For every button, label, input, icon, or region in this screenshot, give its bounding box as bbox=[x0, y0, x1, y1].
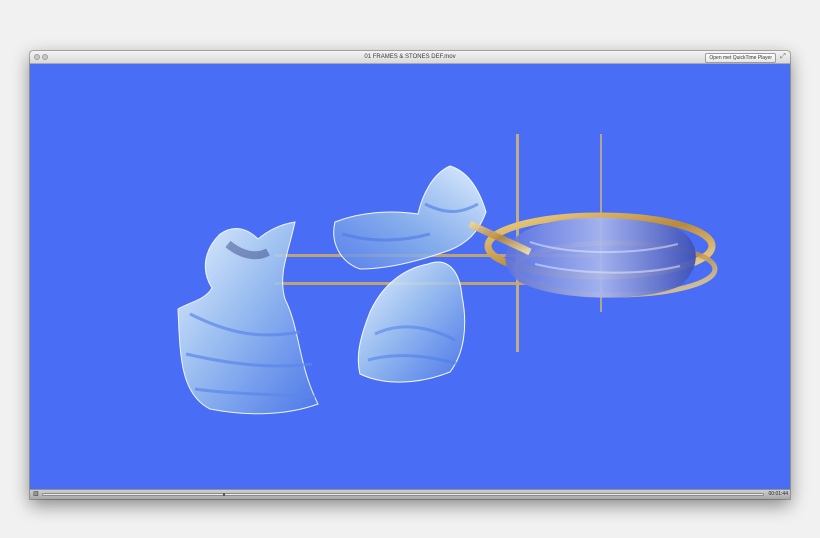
video-frame[interactable] bbox=[30, 64, 790, 490]
quicktime-window: 01 FRAMES & STONES DEF.mov Open met Quic… bbox=[30, 51, 790, 499]
volume-icon[interactable]: ▥ bbox=[33, 491, 39, 497]
playhead[interactable] bbox=[223, 493, 225, 496]
blue-stone bbox=[505, 217, 696, 298]
window-title: 01 FRAMES & STONES DEF.mov bbox=[364, 54, 456, 60]
timeline-scrubber[interactable] bbox=[42, 493, 764, 496]
glass-sculpture-center-bottom bbox=[357, 261, 466, 383]
title-bar[interactable]: 01 FRAMES & STONES DEF.mov Open met Quic… bbox=[30, 51, 790, 64]
glass-sculpture-center-top bbox=[333, 165, 487, 270]
timecode: 00:01:44 bbox=[768, 491, 788, 497]
video-artwork bbox=[177, 134, 718, 415]
playback-controls: ▥ 00:01:44 bbox=[30, 489, 790, 499]
fullscreen-icon[interactable]: ⤢ bbox=[779, 53, 787, 61]
open-in-quicktime-button[interactable]: Open met QuickTime Player bbox=[705, 53, 776, 63]
